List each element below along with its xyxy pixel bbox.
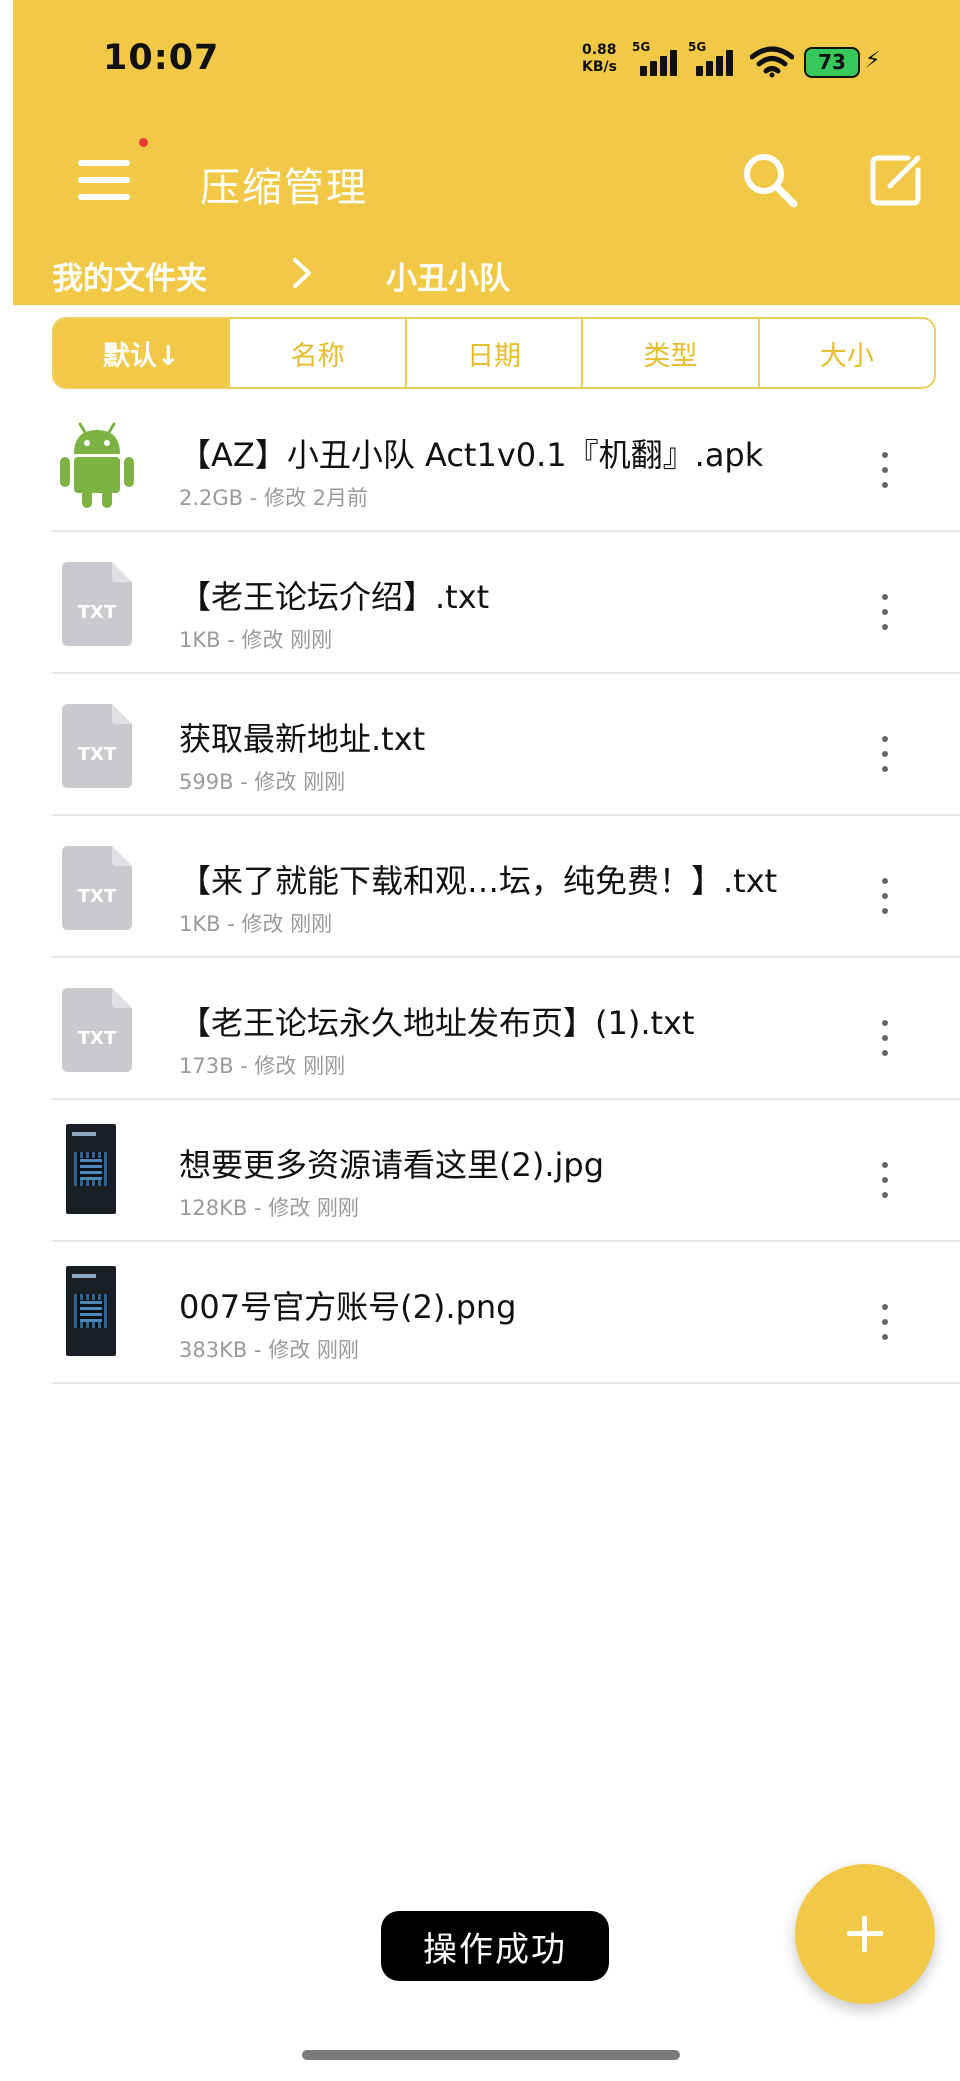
txt-icon-label: TXT: [78, 744, 117, 765]
add-fab-button[interactable]: [795, 1864, 935, 2004]
txt-file-icon: TXT: [62, 704, 132, 788]
file-meta: 599B - 修改 刚刚: [179, 770, 346, 794]
txt-icon-label: TXT: [78, 602, 117, 623]
network-speed: 0.88 KB/s: [582, 42, 617, 76]
search-icon[interactable]: [740, 150, 800, 210]
file-row[interactable]: TXT 获取最新地址.txt 599B - 修改 刚刚: [52, 674, 960, 816]
sim2-network-label: 5G: [688, 40, 707, 54]
breadcrumb: 我的文件夹 小丑小队: [0, 250, 960, 305]
file-meta: 128KB - 修改 刚刚: [179, 1196, 359, 1220]
sort-tab-size[interactable]: 大小: [757, 319, 934, 387]
file-meta: 173B - 修改 刚刚: [179, 1054, 346, 1078]
wifi-icon: [750, 46, 794, 78]
app-bar: 压缩管理: [0, 100, 960, 250]
txt-file-icon: TXT: [62, 988, 132, 1072]
txt-file-icon: TXT: [62, 846, 132, 930]
app-title: 压缩管理: [200, 165, 368, 211]
file-name: 【AZ】小丑小队 Act1v0.1『机翻』.apk: [179, 436, 764, 474]
file-name: 007号官方账号(2).png: [179, 1288, 517, 1326]
file-row[interactable]: 007号官方账号(2).png 383KB - 修改 刚刚: [52, 1242, 960, 1384]
more-options-icon[interactable]: [878, 452, 892, 488]
sim1-network-label: 5G: [632, 40, 651, 54]
more-options-icon[interactable]: [878, 878, 892, 914]
status-bar: 10:07 0.88 KB/s 5G 5G 73 ⚡: [0, 0, 960, 100]
more-options-icon[interactable]: [878, 1304, 892, 1340]
file-name: 【老王论坛介绍】.txt: [179, 578, 490, 616]
file-name: 获取最新地址.txt: [179, 720, 426, 758]
file-row[interactable]: TXT 【老王论坛介绍】.txt 1KB - 修改 刚刚: [52, 532, 960, 674]
toast-message: 操作成功: [381, 1911, 609, 1981]
file-meta: 1KB - 修改 刚刚: [179, 912, 333, 936]
sort-tab-name[interactable]: 名称: [228, 319, 404, 387]
signal-sim2-icon: 5G: [688, 40, 738, 80]
menu-button[interactable]: [70, 146, 140, 211]
home-indicator[interactable]: [302, 2050, 680, 2060]
more-options-icon[interactable]: [878, 594, 892, 630]
sort-tab-default[interactable]: 默认↓: [54, 319, 229, 387]
image-thumbnail: [66, 1124, 116, 1214]
txt-icon-label: TXT: [78, 1028, 117, 1049]
file-name: 【来了就能下载和观…坛，纯免费！】.txt: [179, 862, 778, 900]
more-options-icon[interactable]: [878, 1020, 892, 1056]
file-name: 想要更多资源请看这里(2).jpg: [179, 1146, 605, 1184]
image-thumbnail: [66, 1266, 116, 1356]
file-row[interactable]: 想要更多资源请看这里(2).jpg 128KB - 修改 刚刚: [52, 1100, 960, 1242]
file-meta: 2.2GB - 修改 2月前: [179, 486, 369, 510]
sort-tab-date[interactable]: 日期: [404, 319, 581, 387]
file-meta: 1KB - 修改 刚刚: [179, 628, 333, 652]
more-options-icon[interactable]: [878, 1162, 892, 1198]
file-manager-screen: 10:07 0.88 KB/s 5G 5G 73 ⚡ 压缩管理 我的文件夹 小丑…: [0, 0, 960, 2081]
battery-icon: 73: [804, 47, 860, 78]
file-row[interactable]: TXT 【来了就能下载和观…坛，纯免费！】.txt 1KB - 修改 刚刚: [52, 816, 960, 958]
signal-sim1-icon: 5G: [632, 40, 682, 80]
charging-icon: ⚡: [865, 48, 881, 73]
network-speed-unit: KB/s: [582, 59, 617, 75]
chevron-right-icon: [293, 258, 311, 288]
txt-icon-label: TXT: [78, 886, 117, 907]
android-icon: [60, 422, 134, 508]
breadcrumb-root[interactable]: 我的文件夹: [52, 253, 207, 298]
txt-file-icon: TXT: [62, 562, 132, 646]
file-list: 【AZ】小丑小队 Act1v0.1『机翻』.apk 2.2GB - 修改 2月前…: [52, 390, 960, 1384]
network-speed-value: 0.88: [582, 42, 617, 58]
edit-icon[interactable]: [868, 152, 924, 208]
battery-level: 73: [818, 50, 846, 74]
sort-tab-type[interactable]: 类型: [581, 319, 757, 387]
sort-tab-bar: 默认↓ 名称 日期 类型 大小: [52, 317, 936, 389]
file-name: 【老王论坛永久地址发布页】(1).txt: [179, 1004, 695, 1042]
file-row[interactable]: TXT 【老王论坛永久地址发布页】(1).txt 173B - 修改 刚刚: [52, 958, 960, 1100]
breadcrumb-current[interactable]: 小丑小队: [386, 253, 510, 298]
status-time: 10:07: [103, 38, 220, 78]
file-row[interactable]: 【AZ】小丑小队 Act1v0.1『机翻』.apk 2.2GB - 修改 2月前: [52, 390, 960, 532]
notification-dot: [139, 138, 148, 147]
more-options-icon[interactable]: [878, 736, 892, 772]
file-meta: 383KB - 修改 刚刚: [179, 1338, 359, 1362]
